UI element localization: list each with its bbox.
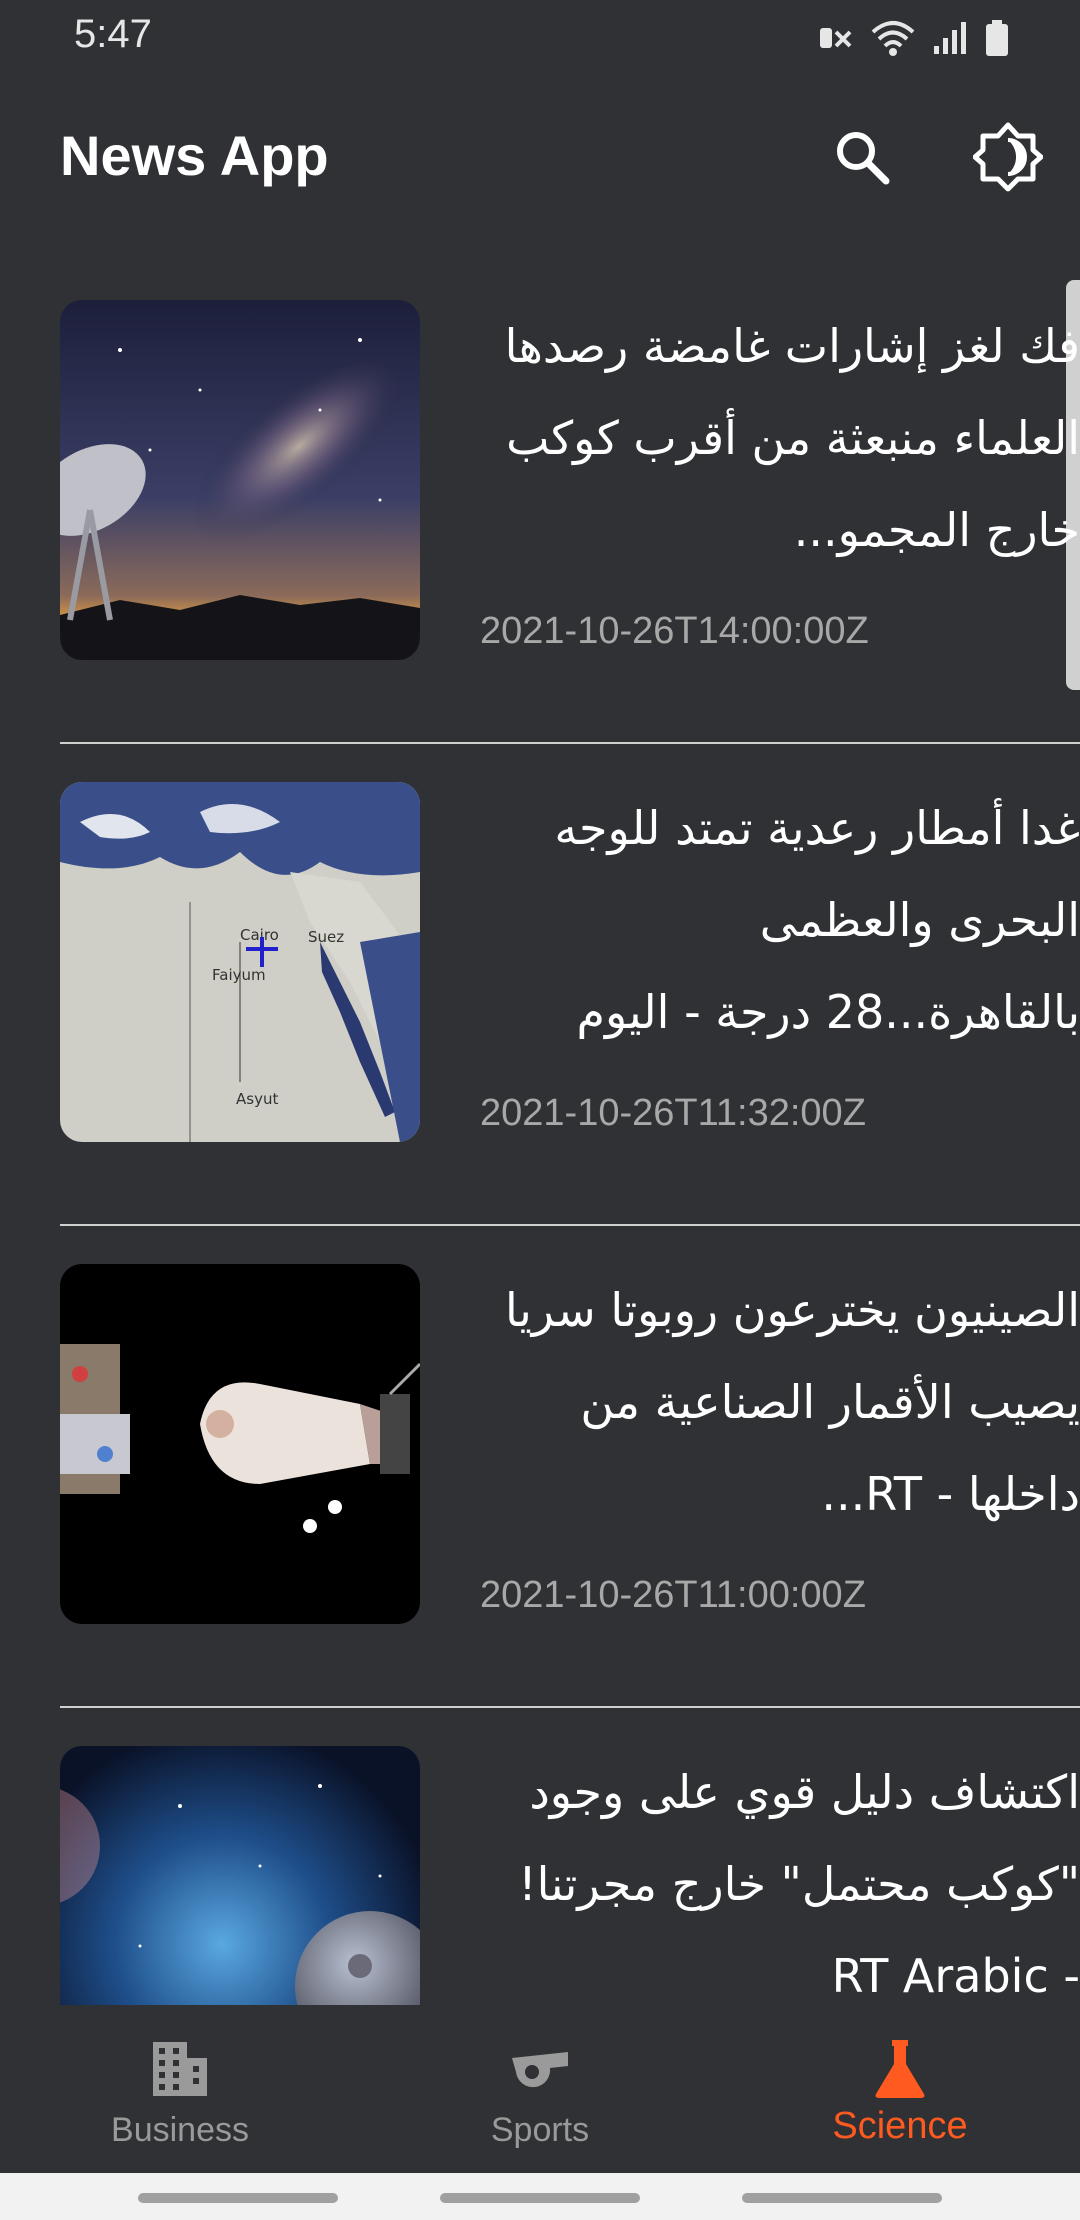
- news-title: غدا أمطار رعدية تمتد للوجه البحرى والعظم…: [554, 801, 1080, 1039]
- news-item[interactable]: اكتشاف دليل قوي على وجود "كوكب محتمل" خا…: [60, 1706, 1080, 2005]
- nav-item-sports[interactable]: Sports: [360, 2005, 720, 2173]
- space-capsule-image: [60, 1264, 420, 1624]
- app-title: News App: [60, 124, 329, 187]
- nav-item-science[interactable]: Science: [720, 2005, 1080, 2173]
- milky-way-image: [60, 300, 420, 660]
- battery-icon: [986, 20, 1008, 56]
- map-label-suez: Suez: [308, 928, 344, 946]
- system-handle[interactable]: [138, 2193, 338, 2203]
- nav-label: Sports: [490, 2111, 590, 2149]
- status-time: 5:47: [74, 12, 152, 56]
- satellite-map-image: Cairo Suez Faiyum Asyut: [60, 782, 420, 1142]
- map-label-cairo: Cairo: [240, 926, 279, 944]
- flask-icon: [875, 2040, 925, 2098]
- theme-toggle-button[interactable]: [966, 115, 1050, 199]
- news-thumbnail: Cairo Suez Faiyum Asyut: [60, 782, 420, 1142]
- news-title: فك لغز إشارات غامضة رصدها العلماء منبعثة…: [504, 319, 1080, 557]
- news-item[interactable]: الصينيون يخترعون روبوتا سريا يصيب الأقما…: [60, 1224, 1080, 1708]
- news-date: 2021-10-26T11:32:00Z: [480, 1092, 866, 1134]
- bottom-navigation: Business Sports Science: [0, 2005, 1080, 2173]
- brightness-icon: [973, 122, 1043, 192]
- search-button[interactable]: [820, 115, 904, 199]
- building-icon: [153, 2042, 207, 2096]
- system-handle[interactable]: [742, 2193, 942, 2203]
- system-navigation-bar: [0, 2173, 1080, 2220]
- map-label-asyut: Asyut: [236, 1090, 278, 1108]
- signal-icon: [934, 22, 966, 54]
- news-thumbnail: [60, 300, 420, 660]
- map-label-faiyum: Faiyum: [212, 966, 266, 984]
- news-item[interactable]: Cairo Suez Faiyum Asyut غدا أمطار رعدية …: [60, 742, 1080, 1226]
- search-icon: [837, 132, 890, 185]
- nav-item-business[interactable]: Business: [0, 2005, 360, 2173]
- status-bar: 5:47: [0, 0, 1080, 75]
- news-item[interactable]: فك لغز إشارات غامضة رصدها العلماء منبعثة…: [60, 260, 1080, 744]
- nav-label: Science: [832, 2105, 968, 2147]
- status-icons: [816, 16, 1010, 60]
- news-title: اكتشاف دليل قوي على وجود "كوكب محتمل" خا…: [518, 1765, 1080, 2003]
- whistle-icon: [512, 2052, 568, 2088]
- system-handle[interactable]: [440, 2193, 640, 2203]
- news-title: الصينيون يخترعون روبوتا سريا يصيب الأقما…: [504, 1283, 1080, 1521]
- news-thumbnail: [60, 1264, 420, 1624]
- news-date: 2021-10-26T11:00:00Z: [480, 1574, 866, 1616]
- mute-icon: [820, 28, 852, 48]
- wifi-icon: [871, 21, 915, 56]
- news-list: فك لغز إشارات غامضة رصدها العلماء منبعثة…: [0, 260, 1080, 2005]
- nav-label: Business: [111, 2111, 249, 2149]
- nebula-planet-image: [60, 1746, 420, 2005]
- app-bar: News App: [0, 95, 1080, 225]
- news-date: 2021-10-26T14:00:00Z: [480, 610, 869, 652]
- news-thumbnail: [60, 1746, 420, 2005]
